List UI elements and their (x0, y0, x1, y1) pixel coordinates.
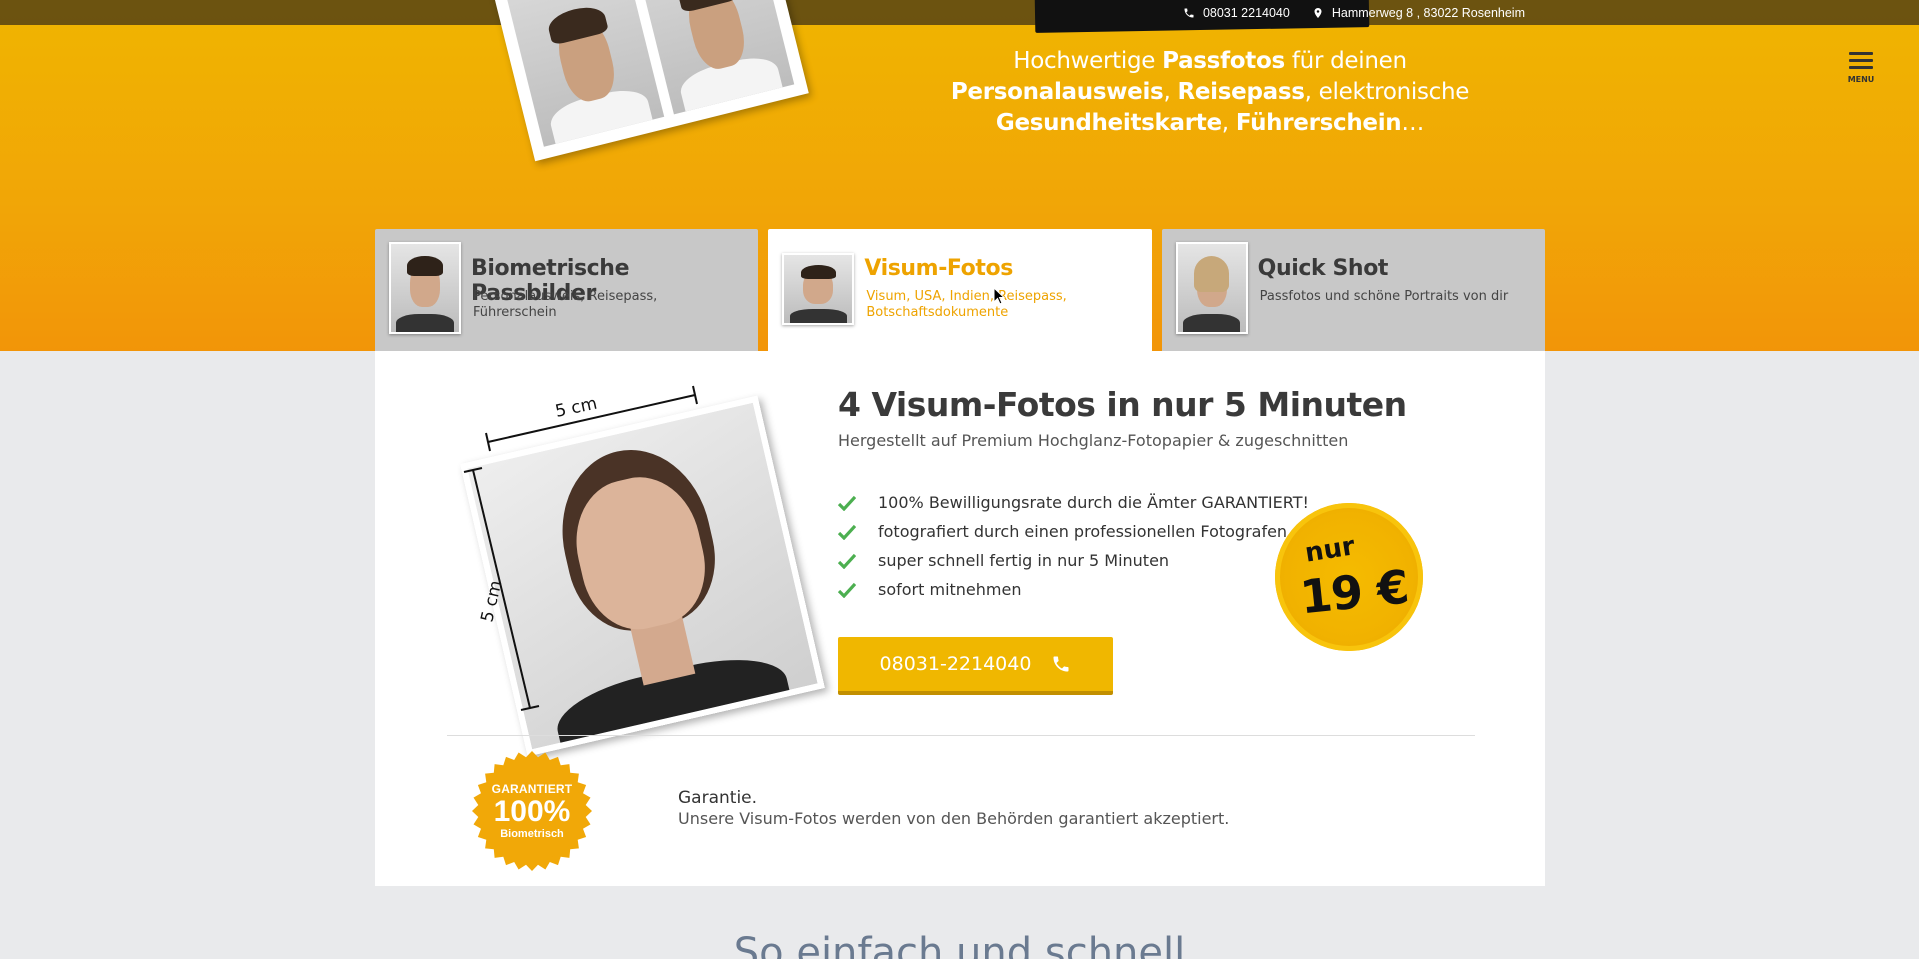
phone-link[interactable]: 08031 2214040 (1183, 6, 1290, 20)
checkmark-icon (838, 582, 856, 598)
section-title: So einfach und schnell (733, 930, 1186, 959)
checkmark-icon (838, 495, 856, 511)
tab-visum-fotos[interactable]: Visum-Fotos Visum, USA, Indien, Reisepas… (768, 229, 1152, 351)
feature-item: 100% Bewilligungsrate durch die Ämter GA… (838, 488, 1309, 517)
phone-icon (1053, 656, 1069, 672)
tab-thumbnail (389, 242, 461, 334)
tab-subtitle: Passfotos und schöne Portraits von dir (1259, 289, 1509, 304)
hero-banner: 08031 2214040 Hammerweg 8 , 83022 Rosenh… (0, 0, 1919, 351)
menu-button[interactable]: MENU (1846, 52, 1876, 92)
price-badge: nur 19 € (1275, 503, 1423, 651)
hero-text-part: Hochwertige (1013, 48, 1163, 74)
product-subline: Hergestellt auf Premium Hochglanz-Fotopa… (838, 431, 1349, 450)
product-headline: 4 Visum-Fotos in nur 5 Minuten (838, 385, 1407, 424)
tab-thumbnail (782, 253, 855, 325)
tab-biometrische-passbilder[interactable]: Biometrische Passbilder Personalausweis,… (375, 229, 759, 351)
hero-text-part: Gesundheitskarte (995, 110, 1222, 136)
feature-text: 100% Bewilligungsrate durch die Ämter GA… (878, 493, 1309, 512)
feature-item: fotografiert durch einen professionellen… (838, 517, 1309, 546)
tab-title: Quick Shot (1257, 256, 1389, 281)
contact-info: 08031 2214040 Hammerweg 8 , 83022 Rosenh… (1183, 0, 1525, 25)
product-tabs: Biometrische Passbilder Personalausweis,… (375, 229, 1545, 351)
hero-text-part: für deinen (1284, 48, 1407, 74)
price-prefix: nur (1302, 531, 1357, 569)
map-pin-icon (1314, 7, 1322, 18)
hero-text-part: Personalausweis (950, 79, 1164, 105)
seal-top-text: GARANTIERT (491, 782, 573, 796)
dimension-lines: 5 cm 5 cm (463, 385, 698, 711)
feature-item: sofort mitnehmen (838, 575, 1309, 604)
feature-text: fotografiert durch einen professionellen… (878, 522, 1288, 541)
price-amount: 19 € (1297, 559, 1411, 625)
hero-text-part: , (1163, 79, 1178, 105)
hero-text-part: Reisepass (1177, 79, 1305, 105)
hero-tagline: Hochwertige Passfotos für deinen Persona… (900, 46, 1520, 139)
tab-thumbnail (1175, 242, 1248, 334)
feature-item: super schnell fertig in nur 5 Minuten (838, 546, 1309, 575)
top-bar: 08031 2214040 Hammerweg 8 , 83022 Rosenh… (0, 0, 1919, 33)
feature-list: 100% Bewilligungsrate durch die Ämter GA… (838, 488, 1309, 604)
hero-text-part: … (1401, 110, 1425, 136)
tab-subtitle: Personalausweis, Reisepass, Führerschein (473, 289, 658, 320)
seal-bottom-text: Biometrisch (500, 828, 564, 840)
seal-percent: 100% (493, 795, 571, 828)
hero-text-part: Passfotos (1162, 48, 1285, 74)
hero-text-part: Führerschein (1235, 110, 1402, 136)
dimension-side-label: 5 cm (477, 579, 506, 625)
tab-title: Visum-Fotos (864, 256, 1013, 281)
hero-text-part: , (1221, 110, 1236, 136)
tab-quick-shot[interactable]: Quick Shot Passfotos und schöne Portrait… (1161, 229, 1545, 351)
checkmark-icon (838, 553, 856, 569)
hamburger-icon (1849, 52, 1873, 73)
feature-text: sofort mitnehmen (878, 580, 1022, 599)
phone-icon (1184, 8, 1194, 17)
call-button-label: 08031-2214040 (879, 653, 1032, 675)
product-card: 5 cm 5 cm 4 Visum-Fotos in nur 5 Minuten… (375, 351, 1545, 886)
passport-photo-strip (489, 0, 809, 162)
address-link[interactable]: Hammerweg 8 , 83022 Rosenheim (1312, 6, 1525, 20)
guarantee-title: Garantie. (678, 788, 758, 808)
hero-text-part: , elektronische (1304, 79, 1470, 105)
guarantee-text: Unsere Visum-Fotos werden von den Behörd… (678, 809, 1230, 828)
divider (447, 735, 1475, 736)
mouse-cursor-icon (993, 287, 1006, 305)
phone-number: 08031 2214040 (1202, 5, 1290, 20)
guarantee-seal: GARANTIERT 100% Biometrisch (472, 751, 592, 871)
call-button[interactable]: 08031-2214040 (838, 637, 1113, 695)
checkmark-icon (838, 524, 856, 540)
address-text: Hammerweg 8 , 83022 Rosenheim (1331, 5, 1525, 20)
feature-text: super schnell fertig in nur 5 Minuten (878, 551, 1170, 570)
menu-label: MENU (1847, 75, 1875, 84)
